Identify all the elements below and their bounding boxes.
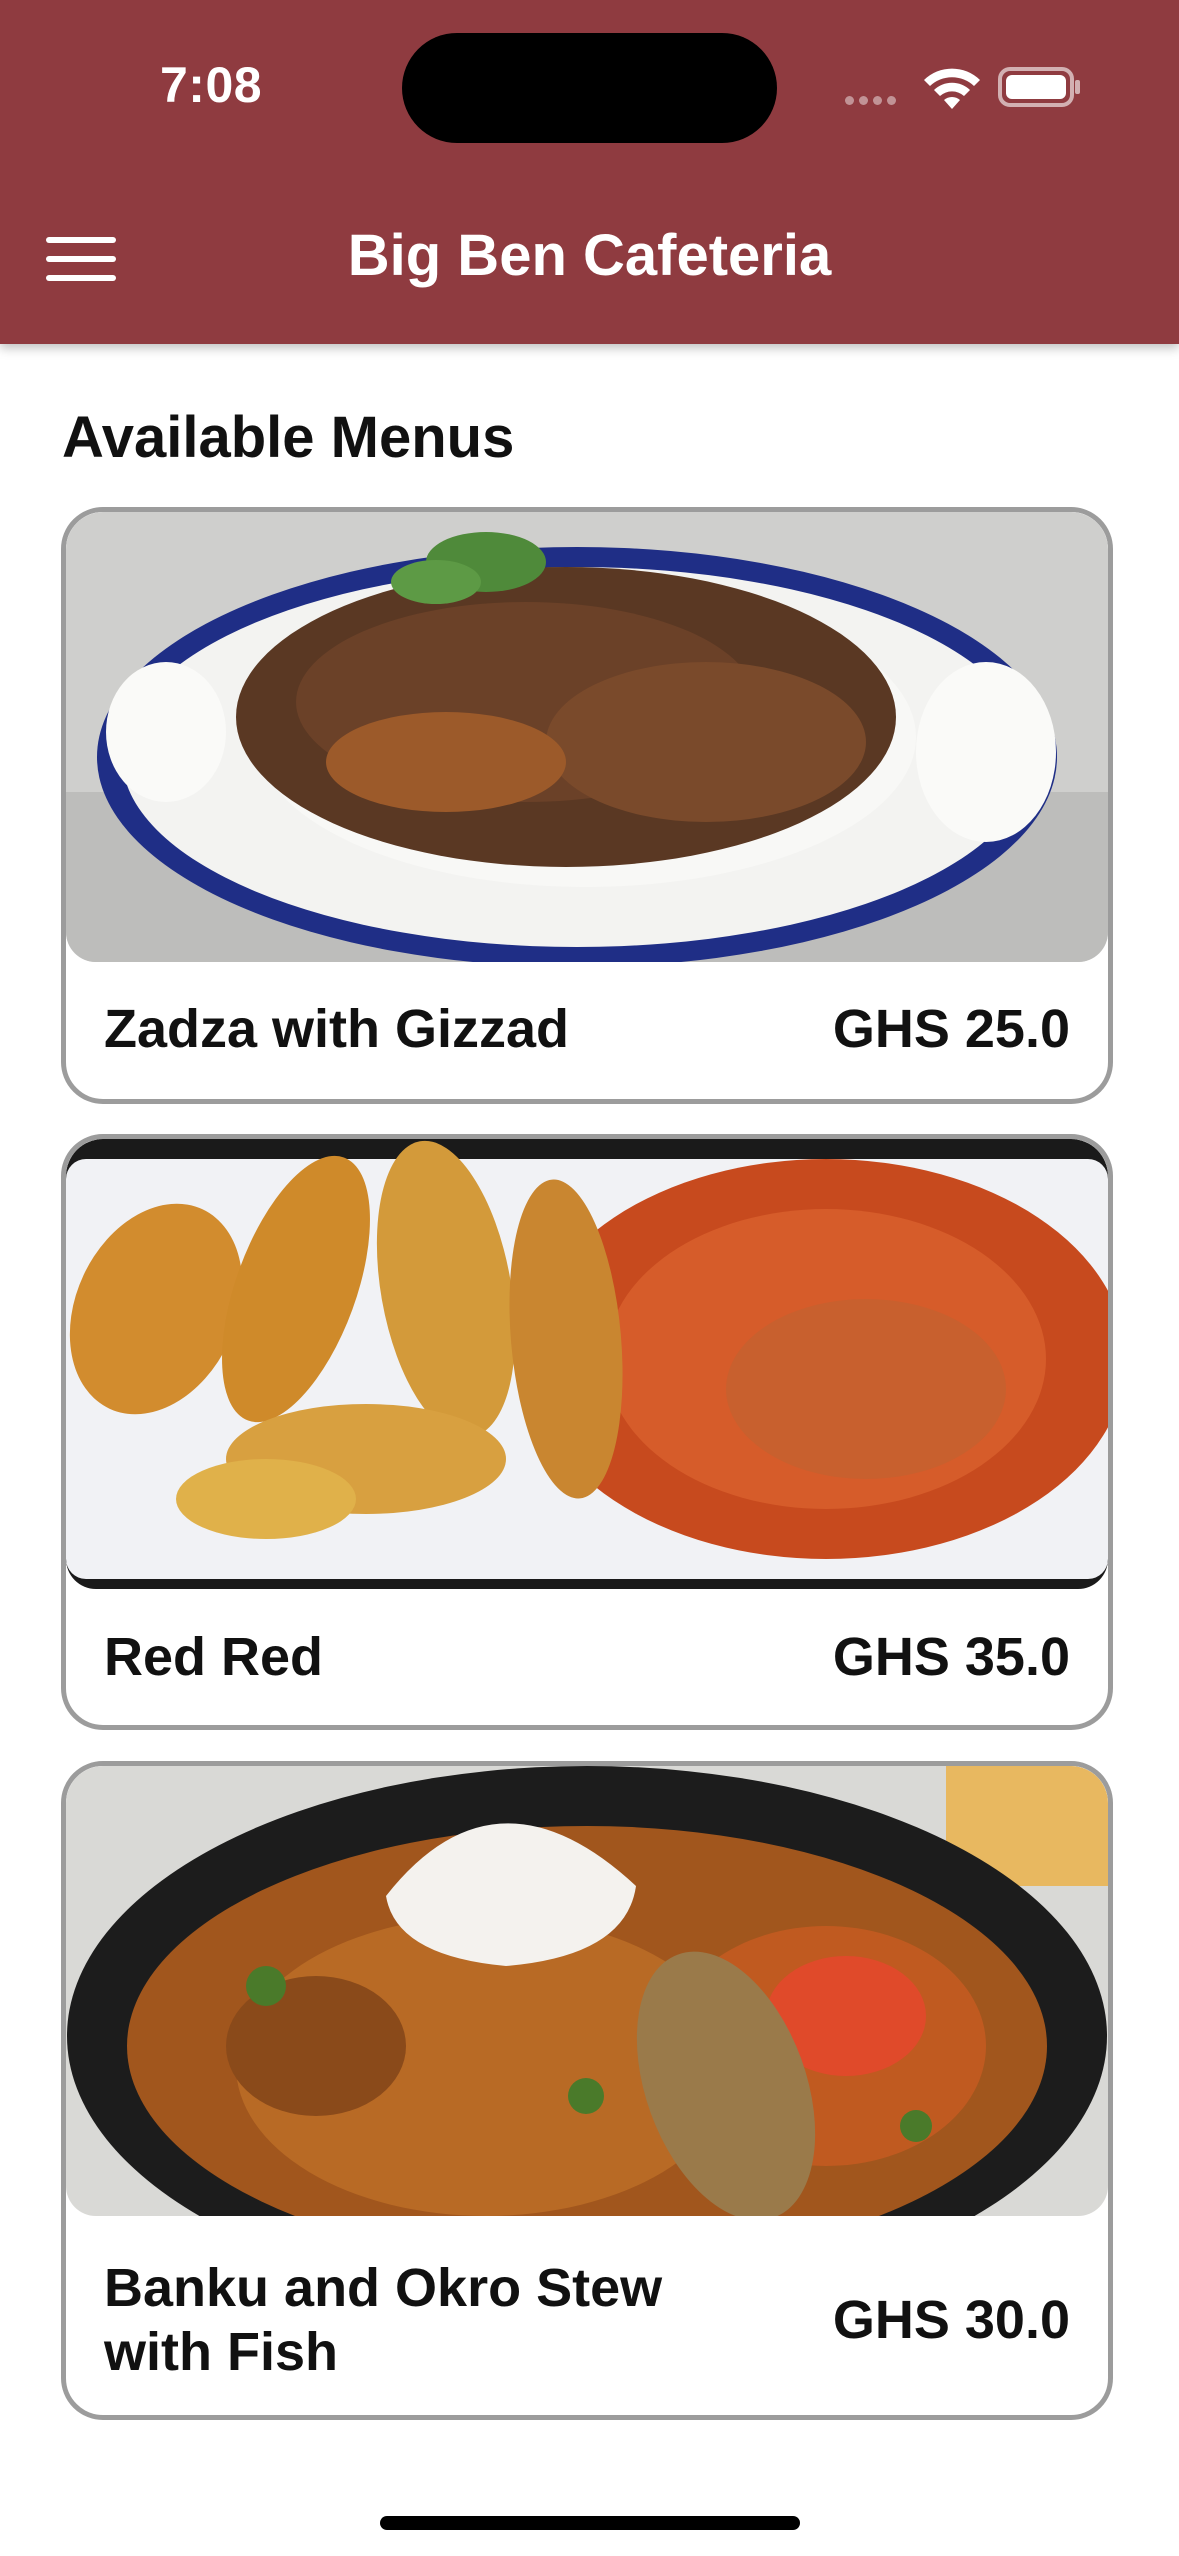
menu-card[interactable]: Red Red GHS 35.0 xyxy=(61,1134,1113,1730)
status-time: 7:08 xyxy=(160,57,263,113)
wifi-icon xyxy=(924,68,980,109)
menu-item-name: Banku and Okro Stew with Fish xyxy=(104,2258,663,2382)
zadza-dish-photo xyxy=(66,512,1108,962)
page-title: Big Ben Cafeteria xyxy=(347,223,832,288)
home-indicator[interactable] xyxy=(380,2516,800,2530)
battery-icon xyxy=(998,67,1080,107)
cellular-signal-icon xyxy=(845,92,901,110)
banku-okro-dish-photo xyxy=(66,1766,1108,2216)
menu-card[interactable]: Banku and Okro Stew with Fish GHS 30.0 xyxy=(61,1761,1113,2420)
menu-item-price: GHS 30.0 xyxy=(832,2290,1070,2350)
menu-item-name: Red Red xyxy=(104,1627,324,1687)
menu-card[interactable]: Zadza with Gizzad GHS 25.0 xyxy=(61,507,1113,1104)
menu-item-price: GHS 35.0 xyxy=(832,1627,1070,1687)
menu-item-price: GHS 25.0 xyxy=(832,999,1070,1059)
menu-item-name: Zadza with Gizzad xyxy=(104,999,570,1059)
red-red-dish-photo xyxy=(66,1139,1108,1589)
app-bar: 7:08 Big Ben Cafeteria xyxy=(0,0,1179,344)
section-title: Available Menus xyxy=(62,405,515,470)
dynamic-island xyxy=(402,33,777,143)
